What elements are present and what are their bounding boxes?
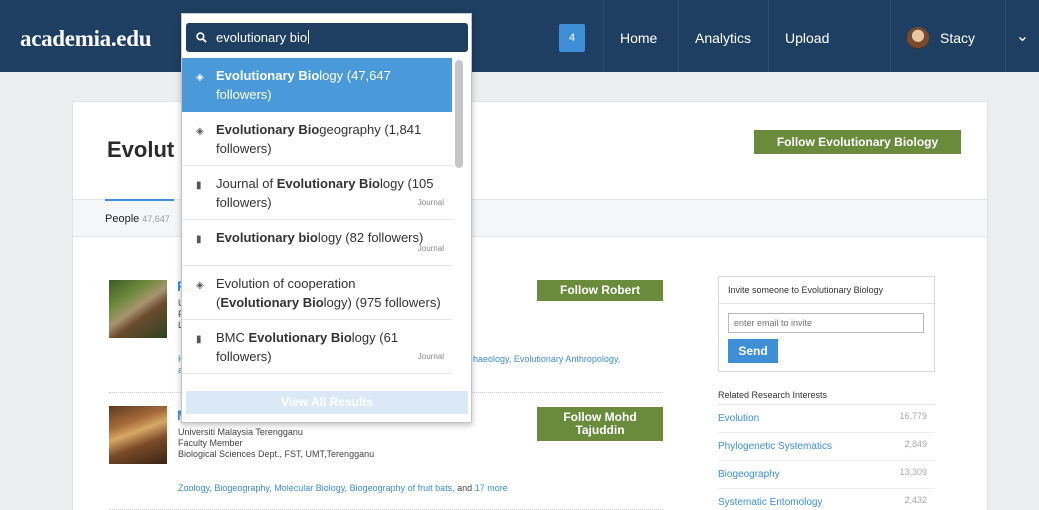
results-scrollbar[interactable] [455,60,463,168]
result-match: Evolutionary Bio [276,176,380,191]
text-caret [308,30,310,44]
related-item[interactable]: Evolution 16,779 [718,405,935,433]
related-item[interactable]: Biogeography 13,309 [718,461,935,489]
invite-email-input[interactable] [728,313,924,333]
search-result-item[interactable]: ▮ BMC Evolutionary Biology (61 followers… [182,320,452,374]
tab-people-label: People [105,213,140,225]
result-type-tag: Journal [417,352,444,361]
search-results-list: ◈ Evolutionary Biology (47,647 followers… [182,58,452,374]
person-interests[interactable]: haeology, Evolutionary Anthropology, [473,354,620,364]
interests-and: and [454,483,475,493]
related-item-name[interactable]: Evolution [718,413,759,424]
notification-badge[interactable]: 4 [559,24,585,52]
invite-send-button[interactable]: Send [728,339,778,363]
related-item-count: 2,432 [904,495,927,505]
search-icon [196,32,207,43]
result-rest: logy (82 followers) [317,230,424,245]
search-input[interactable]: evolutionary bio [186,23,468,52]
result-match: Evolutionary Bio [216,68,320,83]
tag-icon: ◈ [196,72,204,83]
search-result-item[interactable]: ◈ Evolutionary Biology (47,647 followers… [182,58,452,112]
person-avatar[interactable] [109,280,167,338]
invite-title: Invite someone to Evolutionary Biology [719,277,934,304]
person-avatar[interactable] [109,406,167,464]
search-dropdown: evolutionary bio ◈ Evolutionary Biology … [181,13,472,423]
result-match: Evolutionary bio [216,230,318,245]
follow-person-button[interactable]: Follow Robert [537,280,663,301]
result-prefix: BMC [216,330,249,345]
site-logo[interactable]: academia.edu [20,26,152,52]
nav-user-menu[interactable]: Stacy [890,0,1000,72]
person-department: Biological Sciences Dept., FST, UMT,Tere… [178,449,375,459]
related-item-name[interactable]: Phylogenetic Systematics [718,441,832,452]
user-name: Stacy [940,30,976,46]
person-interests: Zoology, Biogeography, Molecular Biology… [178,483,508,493]
book-icon: ▮ [196,334,202,345]
related-item-count: 13,309 [899,467,927,477]
result-prefix: Journal of [216,176,277,191]
page-title: Evolut [107,137,175,162]
related-item[interactable]: Phylogenetic Systematics 2,849 [718,433,935,461]
search-query[interactable]: evolutionary bio [216,23,310,52]
interests-more-link[interactable]: 17 more [475,483,508,493]
related-interests-list: Evolution 16,779 Phylogenetic Systematic… [718,404,935,510]
result-match: Evolutionary Bio [216,122,320,137]
search-result-item[interactable]: ▮ Evolutionary biology (82 followers) Jo… [182,220,452,266]
result-type-tag: Journal [417,244,444,253]
tag-icon: ◈ [196,126,204,137]
invite-box: Invite someone to Evolutionary Biology S… [718,276,935,372]
nav-home[interactable]: Home [603,0,678,72]
nav-analytics[interactable]: Analytics [678,0,768,72]
follow-label-line2: Tajuddin [575,423,625,437]
top-navbar: academia.edu 4 Home Analytics Upload Pap… [0,0,1039,122]
search-query-text: evolutionary bio [216,30,308,45]
book-icon: ▮ [196,180,202,191]
follow-topic-button[interactable]: Follow Evolutionary Biology [754,130,961,154]
result-type-tag: Journal [417,198,444,207]
person-university: Universiti Malaysia Terengganu [178,427,303,437]
search-result-item[interactable]: ◈ Evolutionary Biogeography (1,841 follo… [182,112,452,166]
related-item[interactable]: Systematic Entomology 2,432 [718,489,935,510]
result-match: Evolutionary Bio [248,330,352,345]
user-avatar [907,27,929,49]
related-item-count: 2,849 [904,439,927,449]
nav-upload-papers[interactable]: Upload Papers [768,0,890,122]
tag-icon: ◈ [196,280,204,291]
related-item-name[interactable]: Biogeography [718,469,780,480]
related-item-count: 16,779 [899,411,927,421]
person-role: Faculty Member [178,438,243,448]
related-item-name[interactable]: Systematic Entomology [718,497,823,508]
book-icon: ▮ [196,234,202,245]
tab-people-count: 47,647 [142,214,170,224]
tab-people[interactable]: People 47,647 [105,199,174,237]
related-interests-title: Related Research Interests [718,390,828,400]
interest-links[interactable]: Zoology, Biogeography, Molecular Biology… [178,483,455,493]
chevron-down-icon[interactable]: ⌄ [1005,0,1039,72]
search-result-item[interactable]: ◈ Evolution of cooperation (Evolutionary… [182,266,452,320]
search-result-item[interactable]: ▮ Journal of Evolutionary Biology (105 f… [182,166,452,220]
view-all-results-button[interactable]: View All Results [186,391,468,414]
result-rest: logy) (975 followers) [323,295,441,310]
result-match: Evolutionary Bio [220,295,324,310]
follow-person-button[interactable]: Follow Mohd Tajuddin [537,407,663,441]
